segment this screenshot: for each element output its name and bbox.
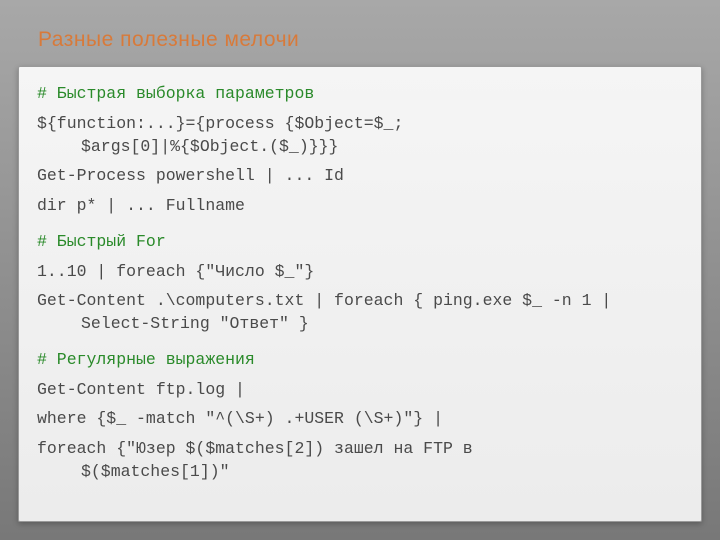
code-line: ${function:...}={process {$Object=$_; bbox=[37, 113, 683, 136]
code-line: $($matches[1])" bbox=[37, 461, 683, 484]
code-line: 1..10 | foreach {"Число $_"} bbox=[37, 261, 683, 284]
slide-title: Разные полезные мелочи bbox=[38, 28, 299, 52]
slide: Разные полезные мелочи # Быстрая выборка… bbox=[0, 0, 720, 540]
code-line: $args[0]|%{$Object.($_)}}} bbox=[37, 136, 683, 159]
code-line: Get-Content .\computers.txt | foreach { … bbox=[37, 290, 683, 313]
code-line: foreach {"Юзер $($matches[2]) зашел на F… bbox=[37, 438, 683, 461]
comment-line: # Регулярные выражения bbox=[37, 349, 683, 372]
code-line: Get-Content ftp.log | bbox=[37, 379, 683, 402]
code-line: where {$_ -match "^(\S+) .+USER (\S+)"} … bbox=[37, 408, 683, 431]
comment-line: # Быстрая выборка параметров bbox=[37, 83, 683, 106]
comment-line: # Быстрый For bbox=[37, 231, 683, 254]
code-line: dir p* | ... Fullname bbox=[37, 195, 683, 218]
code-line: Get-Process powershell | ... Id bbox=[37, 165, 683, 188]
code-block: # Быстрая выборка параметров ${function:… bbox=[18, 66, 702, 522]
code-line: Select-String "Ответ" } bbox=[37, 313, 683, 336]
